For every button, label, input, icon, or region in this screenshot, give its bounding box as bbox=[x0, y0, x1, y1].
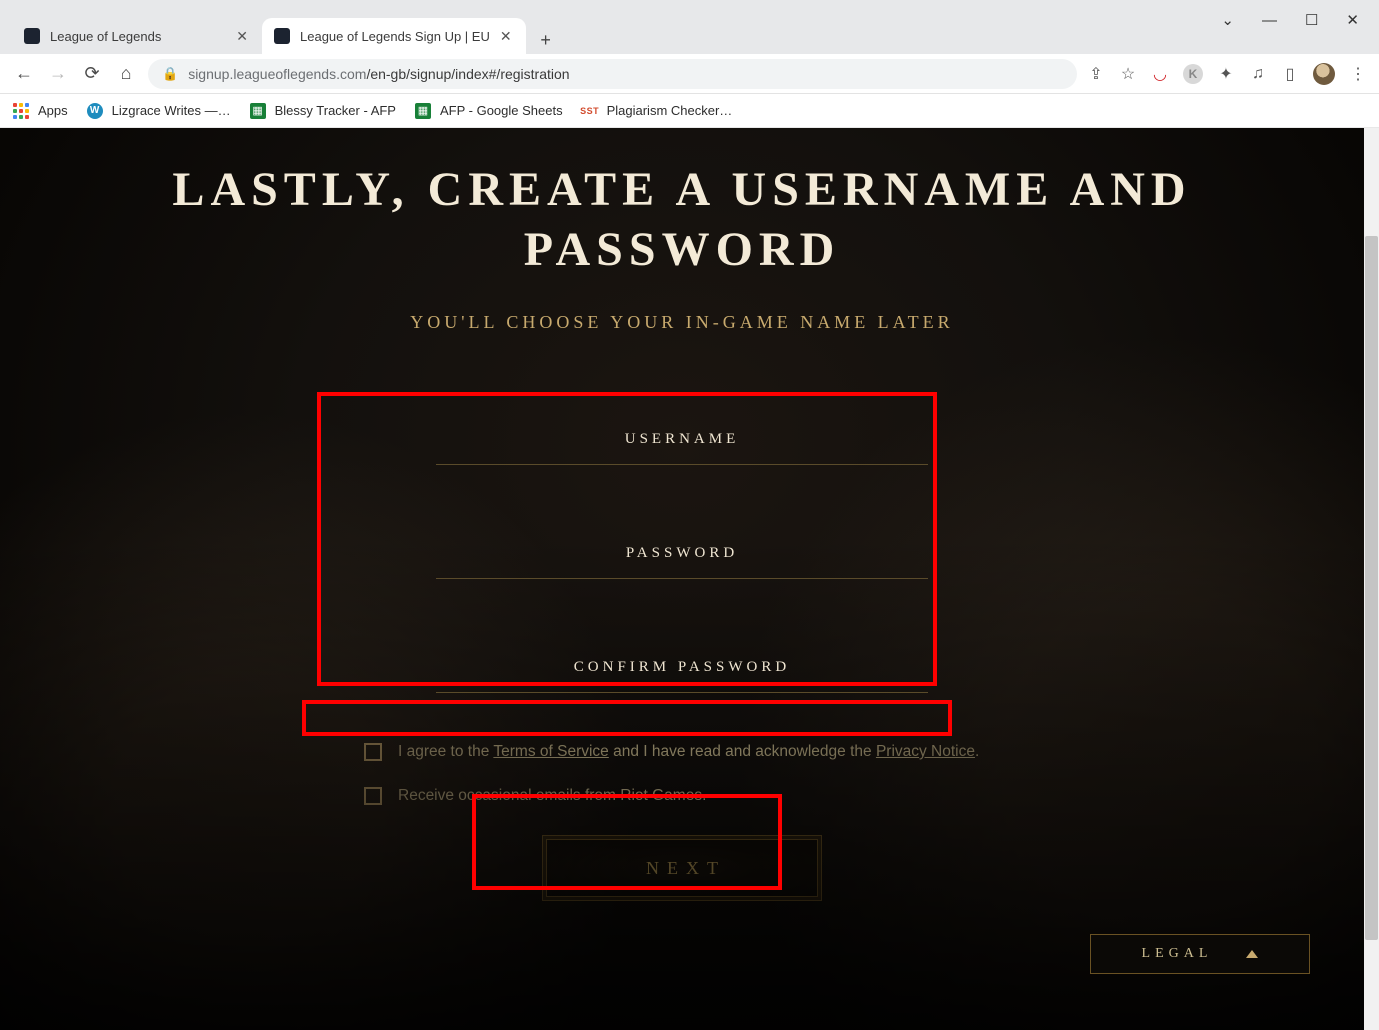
tab-title: League of Legends Sign Up | EU bbox=[300, 29, 490, 44]
window-titlebar bbox=[0, 0, 1379, 14]
share-icon[interactable]: ⇪ bbox=[1087, 65, 1105, 83]
avatar[interactable] bbox=[1313, 63, 1335, 85]
input-underline bbox=[436, 692, 928, 693]
bookmark-apps[interactable]: Apps bbox=[12, 102, 68, 120]
input-underline bbox=[436, 464, 928, 465]
title-line1: LASTLY, CREATE A USERNAME AND bbox=[172, 163, 1191, 216]
bookmark-plagiarism-checker[interactable]: SST Plagiarism Checker… bbox=[581, 102, 733, 120]
sst-icon: SST bbox=[581, 102, 599, 120]
chevron-up-icon bbox=[1246, 950, 1258, 958]
bookmark-afp-sheets[interactable]: ▦ AFP - Google Sheets bbox=[414, 102, 563, 120]
address-bar[interactable]: 🔒 signup.leagueoflegends.com/en-gb/signu… bbox=[148, 59, 1077, 89]
favicon-icon bbox=[24, 28, 40, 44]
kebab-menu-icon[interactable]: ⋮ bbox=[1349, 65, 1367, 83]
credentials-form: USERNAME PASSWORD CONFIRM PASSWORD bbox=[372, 389, 992, 711]
favicon-icon bbox=[274, 28, 290, 44]
window-minimize-icon[interactable]: — bbox=[1262, 12, 1277, 29]
apps-grid-icon bbox=[12, 102, 30, 120]
page-heading: LASTLY, CREATE A USERNAME AND PASSWORD bbox=[0, 128, 1364, 280]
page-title: LASTLY, CREATE A USERNAME AND PASSWORD bbox=[0, 160, 1364, 280]
forward-button[interactable]: → bbox=[46, 63, 70, 84]
tab-league-of-legends[interactable]: League of Legends ✕ bbox=[12, 18, 262, 54]
tab-title: League of Legends bbox=[50, 29, 226, 44]
window-controls: ⌄ — ☐ ✕ bbox=[1201, 0, 1379, 40]
browser-toolbar: ← → ⟳ ⌂ 🔒 signup.leagueoflegends.com/en-… bbox=[0, 54, 1379, 94]
tab-close-icon[interactable]: ✕ bbox=[236, 28, 248, 45]
new-tab-button[interactable]: + bbox=[532, 26, 560, 54]
sheets-icon: ▦ bbox=[249, 102, 267, 120]
lock-icon: 🔒 bbox=[162, 66, 178, 82]
url-host: signup.leagueoflegends.com/en-gb/signup/… bbox=[188, 66, 569, 82]
bookmark-label: Lizgrace Writes —… bbox=[112, 103, 231, 118]
bookmark-blessy-tracker[interactable]: ▦ Blessy Tracker - AFP bbox=[249, 102, 396, 120]
title-line2: PASSWORD bbox=[524, 223, 840, 276]
bookmarks-bar: Apps W Lizgrace Writes —… ▦ Blessy Track… bbox=[0, 94, 1379, 128]
bookmark-lizgrace[interactable]: W Lizgrace Writes —… bbox=[86, 102, 231, 120]
reading-list-icon[interactable]: ♫ bbox=[1249, 65, 1267, 83]
side-panel-icon[interactable]: ▯ bbox=[1281, 65, 1299, 83]
back-button[interactable]: ← bbox=[12, 63, 36, 84]
page-content: LASTLY, CREATE A USERNAME AND PASSWORD Y… bbox=[0, 128, 1364, 1030]
mcafee-icon[interactable]: ◡ bbox=[1151, 65, 1169, 83]
password-label: PASSWORD bbox=[396, 545, 968, 562]
bookmark-label: AFP - Google Sheets bbox=[440, 103, 563, 118]
tab-signup-active[interactable]: League of Legends Sign Up | EU ✕ bbox=[262, 18, 526, 54]
confirm-password-field[interactable]: CONFIRM PASSWORD bbox=[392, 641, 972, 701]
scrollbar-thumb[interactable] bbox=[1365, 236, 1378, 940]
window-maximize-icon[interactable]: ☐ bbox=[1305, 11, 1318, 29]
username-field[interactable]: USERNAME bbox=[392, 413, 972, 473]
bookmark-label: Apps bbox=[38, 103, 68, 118]
viewport: LASTLY, CREATE A USERNAME AND PASSWORD Y… bbox=[0, 128, 1379, 1030]
legal-label: LEGAL bbox=[1142, 946, 1213, 962]
page-scrollbar[interactable] bbox=[1364, 128, 1379, 1030]
input-underline bbox=[436, 578, 928, 579]
window-close-icon[interactable]: ✕ bbox=[1346, 11, 1359, 29]
confirm-password-label: CONFIRM PASSWORD bbox=[396, 659, 968, 676]
toolbar-right-icons: ⇪ ☆ ◡ K ✦ ♫ ▯ ⋮ bbox=[1087, 63, 1367, 85]
star-icon[interactable]: ☆ bbox=[1119, 65, 1137, 83]
legal-menu[interactable]: LEGAL bbox=[1090, 934, 1310, 974]
username-label: USERNAME bbox=[396, 431, 968, 448]
tabstrip: League of Legends ✕ League of Legends Si… bbox=[0, 14, 1379, 54]
bookmark-label: Plagiarism Checker… bbox=[607, 103, 733, 118]
bookmark-label: Blessy Tracker - AFP bbox=[275, 103, 396, 118]
sheets-icon: ▦ bbox=[414, 102, 432, 120]
home-button[interactable]: ⌂ bbox=[114, 63, 138, 84]
window-dropdown-icon[interactable]: ⌄ bbox=[1221, 11, 1234, 29]
profile-k-icon[interactable]: K bbox=[1183, 64, 1203, 84]
password-field[interactable]: PASSWORD bbox=[392, 527, 972, 587]
wordpress-icon: W bbox=[86, 102, 104, 120]
tab-close-icon[interactable]: ✕ bbox=[500, 28, 512, 45]
extensions-icon[interactable]: ✦ bbox=[1217, 65, 1235, 83]
reload-button[interactable]: ⟳ bbox=[80, 63, 104, 84]
